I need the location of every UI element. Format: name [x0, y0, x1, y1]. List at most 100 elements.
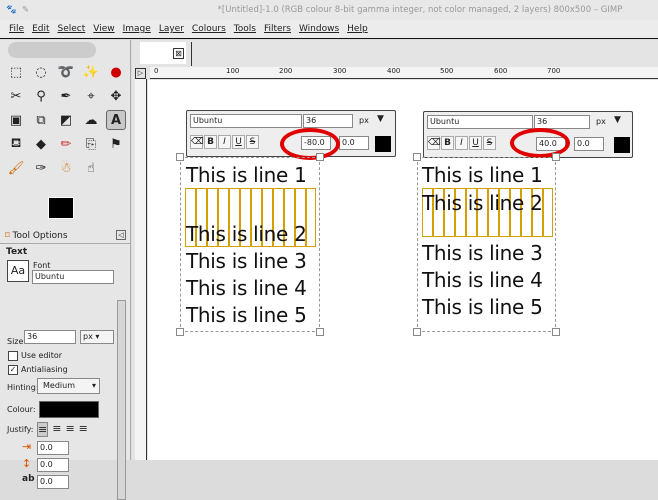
colour-button[interactable] — [39, 401, 99, 418]
paths-icon[interactable]: ✒ — [56, 86, 76, 106]
configure-tab-icon[interactable]: ◁ — [116, 230, 126, 240]
line-spacing-icon: ↕ — [22, 457, 32, 470]
menu-edit[interactable]: Edit — [32, 20, 49, 38]
kerning-input[interactable]: 0.0 — [574, 137, 604, 151]
menu-tools[interactable]: Tools — [234, 20, 256, 38]
hinting-label: Hinting: — [7, 383, 39, 392]
style-size-input[interactable]: 36 — [303, 114, 353, 128]
style-font-input[interactable]: Ubuntu — [190, 114, 302, 128]
style-unit[interactable]: px — [596, 117, 606, 126]
clear-style-icon[interactable]: ⌫ — [190, 135, 204, 149]
bucket-fill-icon[interactable]: ⛾ — [6, 134, 26, 154]
stamp-icon[interactable]: ⚑ — [106, 134, 126, 154]
highlight-ring — [510, 128, 570, 158]
options-scrollbar[interactable] — [117, 300, 126, 500]
justify-fill-icon[interactable]: ≡ — [79, 422, 88, 437]
smudge-icon[interactable]: ☝ — [81, 158, 101, 178]
unit-select[interactable]: px ▾ — [80, 330, 114, 344]
resize-handle[interactable] — [316, 153, 324, 161]
resize-handle[interactable] — [176, 153, 184, 161]
hinting-select[interactable]: Medium ▾ — [37, 378, 100, 394]
menu-windows[interactable]: Windows — [299, 20, 339, 38]
justify-left-icon[interactable]: ≡ — [37, 422, 49, 437]
align-icon[interactable]: ▣ — [6, 110, 26, 130]
foreground-color-swatch[interactable] — [48, 197, 74, 219]
clone-icon[interactable]: ⎘ — [81, 134, 101, 154]
use-editor-checkbox[interactable] — [8, 351, 18, 361]
line-spacing-input[interactable]: 0.0 — [37, 458, 69, 472]
resize-handle[interactable] — [552, 153, 560, 161]
italic-icon[interactable]: I — [218, 135, 231, 149]
justify-right-icon[interactable]: ≡ — [52, 422, 61, 437]
bold-icon[interactable]: B — [204, 135, 217, 149]
rect-select-icon[interactable]: ⬚ — [6, 62, 26, 82]
ruler-tick: 400 — [387, 67, 401, 75]
close-tab-icon[interactable]: ⊠ — [173, 48, 184, 59]
free-select-icon[interactable]: ➰ — [56, 62, 76, 82]
unit-dropdown-icon[interactable]: ▼ — [614, 115, 621, 125]
underline-icon[interactable]: U — [232, 135, 245, 149]
unit-dropdown-icon[interactable]: ▼ — [377, 114, 384, 124]
font-preview-icon[interactable]: Aa — [7, 260, 29, 282]
justify-center-icon[interactable]: ≡ — [65, 422, 74, 437]
clear-style-icon[interactable]: ⌫ — [427, 136, 441, 150]
text-color-swatch[interactable] — [614, 137, 630, 153]
window-title: *[Untitled]-1.0 (RGB colour 8-bit gamma … — [217, 5, 623, 15]
pencil-icon[interactable]: ✏ — [56, 134, 76, 154]
transform-icon[interactable]: ⧉ — [31, 110, 51, 130]
airbrush-icon[interactable]: 🖌 — [6, 158, 26, 178]
blend-icon[interactable]: ◆ — [31, 134, 51, 154]
menu-help[interactable]: Help — [347, 20, 368, 38]
resize-handle[interactable] — [413, 153, 421, 161]
size-input[interactable]: 36 — [24, 330, 76, 344]
ink-icon[interactable]: ✑ — [31, 158, 51, 178]
menu-layer[interactable]: Layer — [159, 20, 184, 38]
menu-file[interactable]: File — [9, 20, 24, 38]
menu-view[interactable]: View — [93, 20, 114, 38]
menu-select[interactable]: Select — [58, 20, 86, 38]
italic-icon[interactable]: I — [455, 136, 468, 150]
text-line: This is line 3 — [422, 241, 543, 265]
underline-icon[interactable]: U — [469, 136, 482, 150]
tool-options-icon: ⌑ — [5, 231, 10, 241]
menu-bar: File Edit Select View Image Layer Colour… — [0, 20, 658, 39]
style-unit[interactable]: px — [359, 116, 369, 125]
perspective-icon[interactable]: ◩ — [56, 110, 76, 130]
foreground-select-icon[interactable]: ⚲ — [31, 86, 51, 106]
letter-spacing-input[interactable]: 0.0 — [37, 475, 69, 489]
fuzzy-select-icon[interactable]: ✨ — [81, 62, 101, 82]
menu-colours[interactable]: Colours — [192, 20, 226, 38]
style-font-input[interactable]: Ubuntu — [427, 115, 533, 129]
warp-icon[interactable]: ☁ — [81, 110, 101, 130]
font-input[interactable]: Ubuntu — [32, 270, 114, 284]
color-picker-icon[interactable]: ⌖ — [81, 86, 101, 106]
indent-input[interactable]: 0.0 — [37, 441, 69, 455]
text-line: This is line 4 — [422, 268, 543, 292]
move-icon[interactable]: ✥ — [106, 86, 126, 106]
resize-handle[interactable] — [316, 328, 324, 336]
ellipse-select-icon[interactable]: ◌ — [31, 62, 51, 82]
style-size-input[interactable]: 36 — [534, 115, 590, 129]
bold-icon[interactable]: B — [441, 136, 454, 150]
tool-options-tab[interactable]: ⌑ Tool Options ◁ — [0, 229, 131, 244]
ruler-tick: 0 — [154, 67, 159, 75]
tool-options-tab-label: Tool Options — [12, 231, 68, 241]
scissors-icon[interactable]: ✂ — [6, 86, 26, 106]
gimp-figure-icon[interactable]: ☃ — [56, 158, 76, 178]
text-tool-icon[interactable]: A — [106, 110, 126, 130]
pin-icon[interactable]: ✎ — [22, 0, 29, 20]
horizontal-ruler: 0 100 200 300 400 500 600 700 — [150, 67, 658, 79]
resize-handle[interactable] — [552, 328, 560, 336]
resize-handle[interactable] — [413, 328, 421, 336]
text-color-swatch[interactable] — [375, 136, 391, 152]
antialiasing-checkbox[interactable]: ✓ — [8, 365, 18, 375]
quick-mask-toggle-icon[interactable]: ▷ — [135, 68, 146, 79]
color-select-icon[interactable]: ● — [106, 62, 126, 82]
resize-handle[interactable] — [176, 328, 184, 336]
strikethrough-icon[interactable]: S — [483, 136, 496, 150]
menu-image[interactable]: Image — [123, 20, 151, 38]
strikethrough-icon[interactable]: S — [246, 135, 259, 149]
menu-filters[interactable]: Filters — [264, 20, 291, 38]
text-line: This is line 2 — [186, 222, 307, 246]
kerning-input[interactable]: 0.0 — [339, 136, 369, 150]
